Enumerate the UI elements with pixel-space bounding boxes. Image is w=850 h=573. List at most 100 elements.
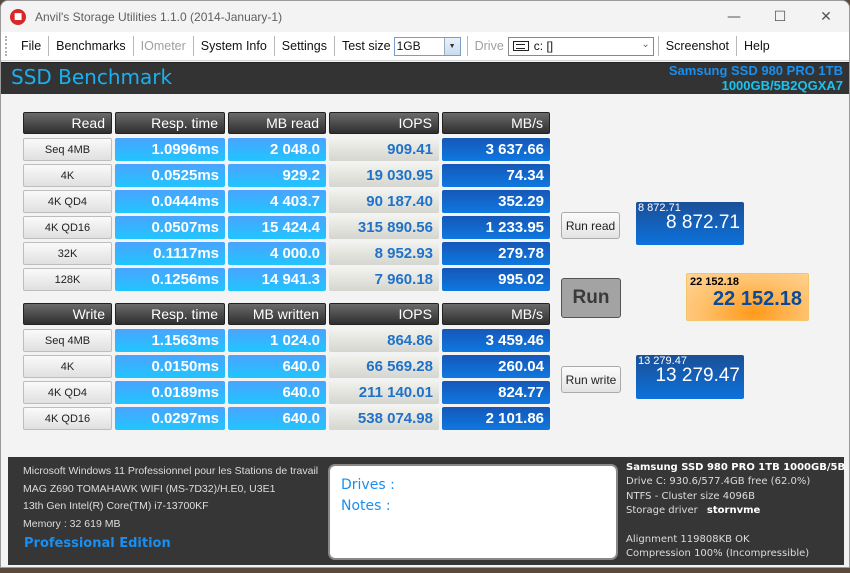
iops-value: 864.86: [329, 329, 439, 352]
maximize-icon[interactable]: ☐: [757, 1, 803, 32]
menu-settings[interactable]: Settings: [275, 36, 334, 56]
iops-value: 8 952.93: [329, 242, 439, 265]
mbs-value: 1 233.95: [442, 216, 550, 239]
write-table-header-1: Resp. time: [115, 303, 225, 325]
resp-time: 1.0996ms: [115, 138, 225, 161]
close-icon[interactable]: ✕: [803, 1, 849, 32]
row-label[interactable]: 128K: [23, 268, 112, 291]
title-bar: ■ Anvil's Storage Utilities 1.1.0 (2014-…: [1, 1, 849, 32]
drive-info-model: Samsung SSD 980 PRO 1TB 1000GB/5B: [626, 462, 846, 473]
row-label[interactable]: 4K: [23, 164, 112, 187]
resp-time: 0.0150ms: [115, 355, 225, 378]
iops-value: 19 030.95: [329, 164, 439, 187]
os-info: Microsoft Windows 11 Professionnel pour …: [23, 465, 319, 477]
resp-time: 0.1117ms: [115, 242, 225, 265]
row-label[interactable]: Seq 4MB: [23, 329, 112, 352]
write-score-value: 13 279.47: [655, 365, 740, 386]
drive-model-heading: Samsung SSD 980 PRO 1TB 1000GB/5B2QGXA7: [669, 63, 843, 93]
mb-value: 14 941.3: [228, 268, 326, 291]
mbs-value: 279.78: [442, 242, 550, 265]
drive-value: c: []: [533, 39, 554, 53]
total-score-value: 22 152.18: [713, 288, 802, 310]
read-score-value: 8 872.71: [666, 212, 740, 233]
app-icon: ■: [10, 8, 26, 25]
drive-info-fs: NTFS - Cluster size 4096B: [626, 490, 756, 502]
iops-value: 7 960.18: [329, 268, 439, 291]
notes-label: Notes :: [341, 498, 391, 514]
drive-info: Samsung SSD 980 PRO 1TB 1000GB/5B Drive …: [626, 461, 845, 561]
menu-file[interactable]: File: [14, 36, 48, 56]
edition-label: Professional Edition: [24, 536, 171, 551]
memory-info: Memory : 32 619 MB: [23, 517, 121, 530]
row-label[interactable]: 4K: [23, 355, 112, 378]
info-footer: Microsoft Windows 11 Professionnel pour …: [8, 457, 845, 565]
row-label[interactable]: Seq 4MB: [23, 138, 112, 161]
iops-value: 315 890.56: [329, 216, 439, 239]
mb-value: 1 024.0: [228, 329, 326, 352]
row-label[interactable]: 32K: [23, 242, 112, 265]
iops-value: 90 187.40: [329, 190, 439, 213]
minimize-icon[interactable]: —: [711, 1, 757, 32]
write-table-header-4: MB/s: [442, 303, 550, 325]
menu-help[interactable]: Help: [737, 36, 777, 56]
resp-time: 1.1563ms: [115, 329, 225, 352]
menu-bar: File Benchmarks IOmeter System Info Sett…: [1, 32, 849, 61]
write-score: 13 279.47 13 279.47: [636, 355, 744, 399]
mb-value: 4 000.0: [228, 242, 326, 265]
mbs-value: 352.29: [442, 190, 550, 213]
resp-time: 0.0507ms: [115, 216, 225, 239]
mbs-value: 824.77: [442, 381, 550, 404]
mb-value: 640.0: [228, 407, 326, 430]
app-window: ■ Anvil's Storage Utilities 1.1.0 (2014-…: [0, 0, 850, 568]
menu-system-info[interactable]: System Info: [194, 36, 274, 56]
mb-value: 929.2: [228, 164, 326, 187]
mbs-value: 74.34: [442, 164, 550, 187]
resp-time: 0.0297ms: [115, 407, 225, 430]
total-score-small: 22 152.18: [690, 276, 739, 288]
toolbar-grip[interactable]: [5, 36, 8, 56]
drive-select[interactable]: c: [] ⌄: [507, 36, 654, 56]
write-table-header-3: IOPS: [329, 303, 439, 325]
resp-time: 0.0189ms: [115, 381, 225, 404]
resp-time: 0.0525ms: [115, 164, 225, 187]
window-title: Anvil's Storage Utilities 1.1.0 (2014-Ja…: [35, 9, 283, 24]
run-write-button[interactable]: Run write: [561, 366, 621, 393]
notes-box[interactable]: Drives : Notes :: [328, 464, 618, 560]
cpu-info: 13th Gen Intel(R) Core(TM) i7-13700KF: [23, 500, 209, 512]
read-table-header-3: IOPS: [329, 112, 439, 134]
run-read-button[interactable]: Run read: [561, 212, 620, 239]
chevron-down-icon[interactable]: ⌄: [641, 39, 649, 50]
mb-value: 4 403.7: [228, 190, 326, 213]
drive-info-alignment: Alignment 119808KB OK: [626, 533, 750, 545]
mbs-value: 2 101.86: [442, 407, 550, 430]
drive-model-serial: 1000GB/5B2QGXA7: [721, 78, 843, 93]
drive-model-name: Samsung SSD 980 PRO 1TB: [668, 63, 843, 78]
row-label[interactable]: 4K QD16: [23, 407, 112, 430]
resp-time: 0.1256ms: [115, 268, 225, 291]
menu-screenshot[interactable]: Screenshot: [659, 36, 736, 56]
row-label[interactable]: 4K QD4: [23, 190, 112, 213]
mb-value: 640.0: [228, 381, 326, 404]
total-score: 22 152.18 22 152.18: [686, 273, 809, 321]
mbs-value: 995.02: [442, 268, 550, 291]
dropdown-arrow-icon[interactable]: ▼: [443, 37, 460, 55]
page-title: SSD Benchmark: [11, 65, 173, 89]
test-size-label: Test size: [341, 39, 391, 53]
menu-benchmarks[interactable]: Benchmarks: [49, 36, 132, 56]
mbs-value: 260.04: [442, 355, 550, 378]
header-band: SSD Benchmark Samsung SSD 980 PRO 1TB 10…: [1, 62, 849, 94]
test-size-select[interactable]: 1GB ▼: [393, 36, 461, 56]
read-table-header-0: Read: [23, 112, 112, 134]
row-label[interactable]: 4K QD4: [23, 381, 112, 404]
drive-info-driver-label: Storage driver: [626, 505, 698, 517]
row-label[interactable]: 4K QD16: [23, 216, 112, 239]
read-table-header-2: MB read: [228, 112, 326, 134]
mb-value: 2 048.0: [228, 138, 326, 161]
iops-value: 66 569.28: [329, 355, 439, 378]
run-button[interactable]: Run: [561, 278, 621, 318]
mb-value: 15 424.4: [228, 216, 326, 239]
drive-icon: [512, 41, 529, 51]
system-info: Microsoft Windows 11 Professionnel pour …: [23, 463, 318, 533]
test-size-value: 1GB: [396, 39, 421, 53]
board-info: MAG Z690 TOMAHAWK WIFI (MS-7D32)/H.E0, U…: [23, 482, 276, 495]
